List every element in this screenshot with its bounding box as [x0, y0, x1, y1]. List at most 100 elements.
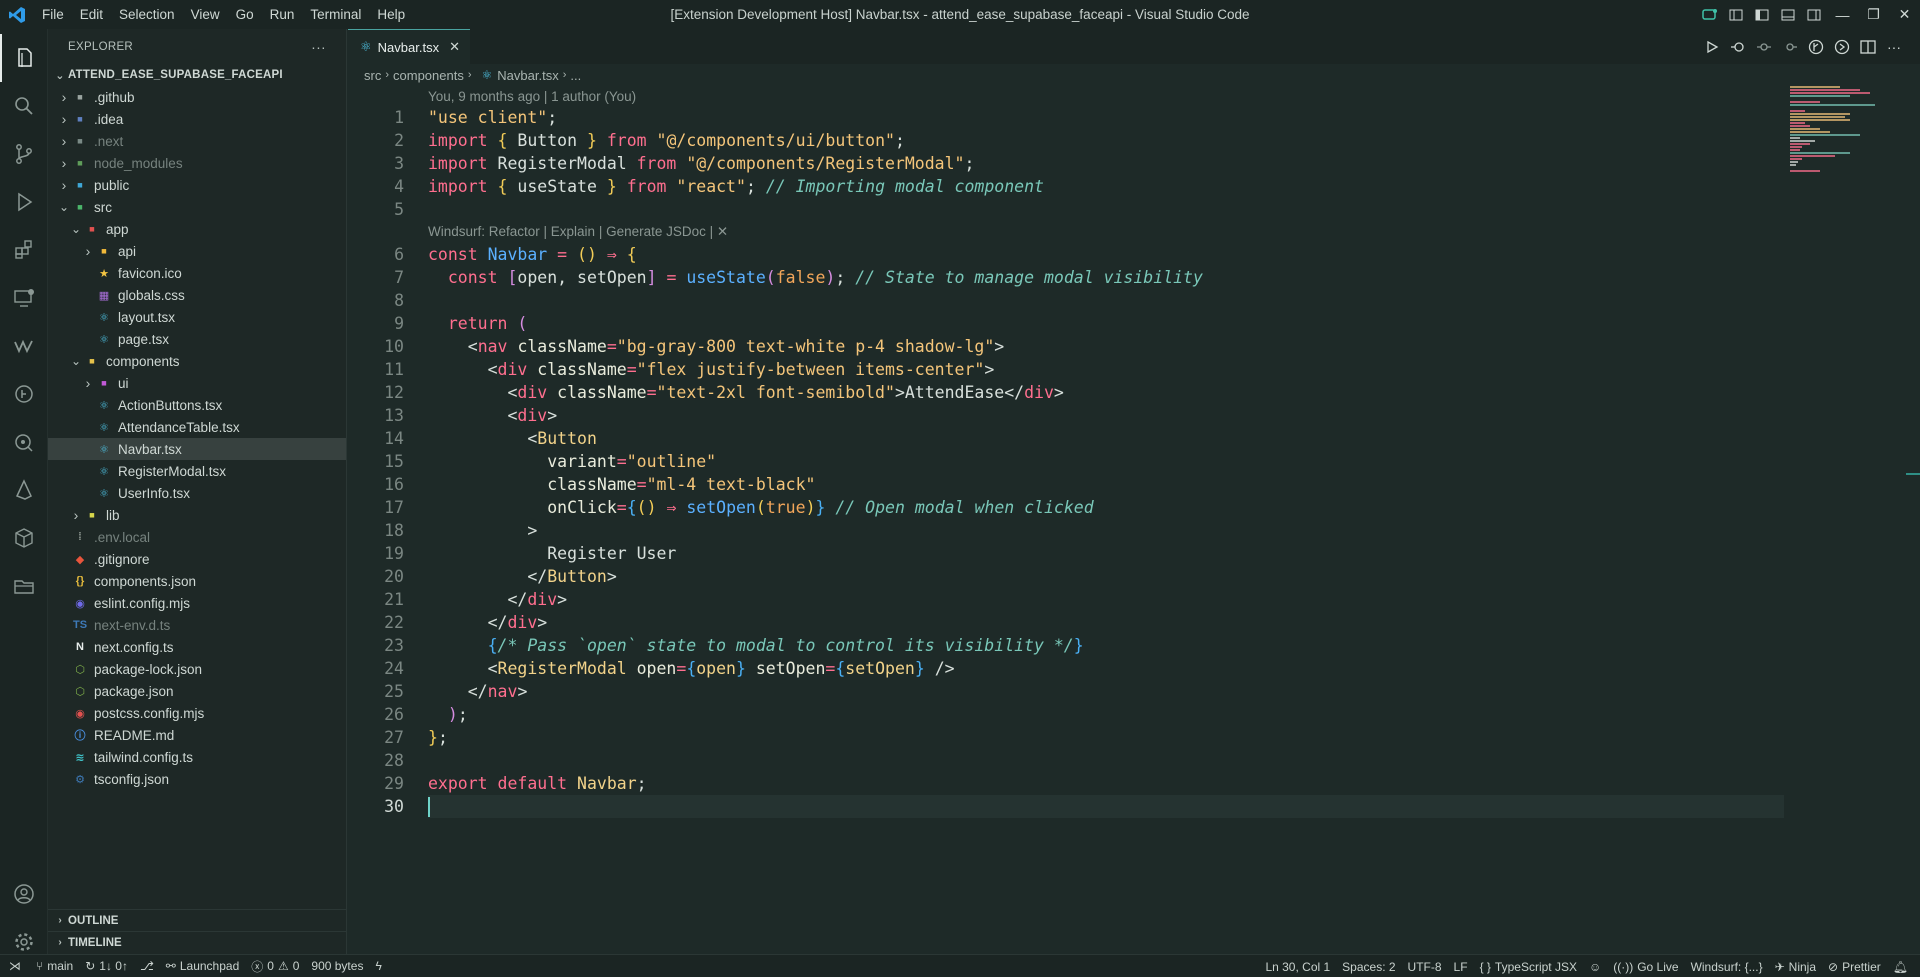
outline-section[interactable]: › OUTLINE [48, 909, 347, 931]
encoding-status[interactable]: UTF-8 [1402, 955, 1448, 977]
explorer-more-button[interactable]: ··· [311, 39, 326, 55]
code-line[interactable]: 3 import RegisterModal from "@/components… [348, 152, 1788, 175]
toggle-panel-icon[interactable] [1775, 0, 1801, 29]
windsurf-status[interactable]: Windsurf: {...} [1685, 955, 1769, 977]
tree-item[interactable]: ◉ eslint.config.mjs [48, 592, 346, 614]
remote-indicator[interactable]: ⋊ [0, 955, 30, 977]
code-editor[interactable]: You, 9 months ago | 1 author (You) 1 "use… [348, 86, 1788, 818]
minimize-button[interactable]: — [1827, 0, 1858, 29]
tree-item[interactable]: ⚛ Navbar.tsx [48, 438, 346, 460]
minimap[interactable] [1790, 86, 1890, 176]
code-line[interactable]: 7 const [open, setOpen] = useState(false… [348, 266, 1788, 289]
tree-item[interactable]: TS next-env.d.ts [48, 614, 346, 636]
problems-status[interactable]: ⓧ 0 ⚠ 0 [245, 955, 305, 977]
code-line[interactable]: 13 <div> [348, 404, 1788, 427]
sync-status[interactable]: ↻ 1↓ 0↑ [79, 955, 134, 977]
close-icon[interactable]: ✕ [449, 39, 460, 55]
next-change-icon[interactable] [1778, 35, 1802, 59]
menu-terminal[interactable]: Terminal [302, 0, 369, 29]
tree-item[interactable]: ⚙ tsconfig.json [48, 768, 346, 790]
code-line[interactable]: 10 <nav className="bg-gray-800 text-whit… [348, 335, 1788, 358]
tree-item[interactable]: ⚛ AttendanceTable.tsx [48, 416, 346, 438]
tree-item[interactable]: ⁞ .env.local [48, 526, 346, 548]
breadcrumb-components[interactable]: components [393, 68, 464, 83]
code-line[interactable]: 16 className="ml-4 text-black" [348, 473, 1788, 496]
menu-file[interactable]: File [34, 0, 72, 29]
more-actions-icon[interactable]: ··· [1882, 35, 1906, 59]
code-line[interactable]: 28 [348, 749, 1788, 772]
cursor-position-status[interactable]: Ln 30, Col 1 [1259, 955, 1336, 977]
tree-item[interactable]: ⌄ ▪ components [48, 350, 346, 372]
tree-item[interactable]: ⓘ README.md [48, 724, 346, 746]
go-live-status[interactable]: ((·)) Go Live [1607, 955, 1684, 977]
code-line[interactable]: 12 <div className="text-2xl font-semibol… [348, 381, 1788, 404]
code-line[interactable]: 15 variant="outline" [348, 450, 1788, 473]
tree-item[interactable]: › ▪ lib [48, 504, 346, 526]
prisma-icon[interactable] [0, 466, 48, 514]
code-line[interactable]: 19 Register User [348, 542, 1788, 565]
code-line[interactable]: 23 {/* Pass `open` state to modal to con… [348, 634, 1788, 657]
prettier-status[interactable]: ⊘ Prettier [1822, 955, 1887, 977]
containers-icon[interactable] [0, 514, 48, 562]
code-line[interactable]: 6 const Navbar = () ⇒ { [348, 243, 1788, 266]
code-line[interactable]: 29 export default Navbar; [348, 772, 1788, 795]
code-line[interactable]: 21 </div> [348, 588, 1788, 611]
eol-status[interactable]: LF [1448, 955, 1474, 977]
explorer-icon[interactable] [0, 34, 48, 82]
copilot-status[interactable]: ☺ [1583, 955, 1607, 977]
menu-go[interactable]: Go [228, 0, 262, 29]
source-control-icon[interactable] [0, 130, 48, 178]
open-changes-icon[interactable] [1726, 35, 1750, 59]
code-line[interactable]: 18 > [348, 519, 1788, 542]
tree-item[interactable]: ⚛ page.tsx [48, 328, 346, 350]
code-line[interactable]: 24 <RegisterModal open={open} setOpen={s… [348, 657, 1788, 680]
menu-selection[interactable]: Selection [111, 0, 183, 29]
code-line[interactable]: 2 import { Button } from "@/components/ui… [348, 129, 1788, 152]
copilot-chat-icon[interactable] [1697, 0, 1723, 29]
code-line[interactable]: 8 [348, 289, 1788, 312]
code-line[interactable]: 1 "use client"; [348, 106, 1788, 129]
tree-item[interactable]: ⚛ RegisterModal.tsx [48, 460, 346, 482]
menu-run[interactable]: Run [262, 0, 303, 29]
gitlens-graph-icon[interactable] [1804, 35, 1828, 59]
tree-item[interactable]: ◉ postcss.config.mjs [48, 702, 346, 724]
previous-change-icon[interactable] [1752, 35, 1776, 59]
gitlens-inspect-icon[interactable] [1830, 35, 1854, 59]
code-line[interactable]: 27}; [348, 726, 1788, 749]
tree-item[interactable]: ◆ .gitignore [48, 548, 346, 570]
tree-item[interactable]: › ▪ .github [48, 86, 346, 108]
code-line[interactable]: 26 ); [348, 703, 1788, 726]
tree-item[interactable]: ⌄ ▪ src [48, 196, 346, 218]
run-icon[interactable] [1700, 35, 1724, 59]
tree-item[interactable]: ⚛ layout.tsx [48, 306, 346, 328]
code-line[interactable]: 4 import { useState } from "react"; // Im… [348, 175, 1788, 198]
breadcrumb-symbol[interactable]: ... [570, 68, 581, 83]
code-line[interactable]: 25 </nav> [348, 680, 1788, 703]
code-line[interactable]: 14 <Button [348, 427, 1788, 450]
toggle-secondary-sidebar-icon[interactable] [1801, 0, 1827, 29]
run-debug-icon[interactable] [0, 178, 48, 226]
gitlens-icon[interactable] [0, 370, 48, 418]
code-line[interactable]: 11 <div className="flex justify-between … [348, 358, 1788, 381]
project-manager-icon[interactable] [0, 562, 48, 610]
windsurf-codelens[interactable]: Windsurf: Refactor | Explain | Generate … [348, 221, 1788, 243]
menu-view[interactable]: View [183, 0, 228, 29]
remote-explorer-icon[interactable] [0, 274, 48, 322]
tree-item[interactable]: ⚛ ActionButtons.tsx [48, 394, 346, 416]
windsurf-icon[interactable] [0, 322, 48, 370]
code-line[interactable]: 22 </div> [348, 611, 1788, 634]
tree-item[interactable]: Nnext.config.ts [48, 636, 346, 658]
launchpad-status[interactable]: ⚯ Launchpad [160, 955, 245, 977]
gitlens-status[interactable]: ⎇ [134, 955, 160, 977]
tree-item[interactable]: ⬡ package-lock.json [48, 658, 346, 680]
ninja-status[interactable]: ✈ Ninja [1769, 955, 1822, 977]
branch-status[interactable]: ⑂ main [30, 955, 79, 977]
tree-item[interactable]: ⬡ package.json [48, 680, 346, 702]
tree-item[interactable]: {} components.json [48, 570, 346, 592]
code-line[interactable]: 17 onClick={() ⇒ setOpen(true)} // Open … [348, 496, 1788, 519]
split-editor-icon[interactable] [1856, 35, 1880, 59]
breadcrumb-file[interactable]: Navbar.tsx [497, 68, 558, 83]
restore-button[interactable]: ❐ [1858, 0, 1889, 29]
indentation-status[interactable]: Spaces: 2 [1336, 955, 1401, 977]
tree-item[interactable]: ▦ globals.css [48, 284, 346, 306]
